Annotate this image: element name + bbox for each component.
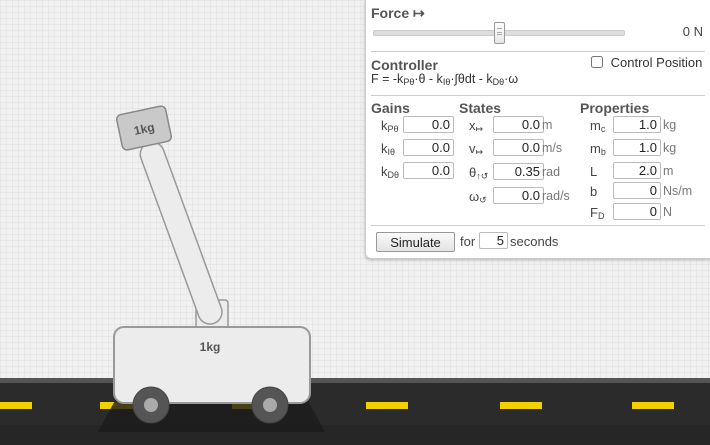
formula-part: ·ω (504, 72, 519, 86)
lane-marking (0, 402, 32, 409)
lane-marking (500, 402, 542, 409)
control-position-label[interactable]: Control Position (611, 55, 703, 70)
gain-ki-input[interactable] (403, 139, 454, 156)
state-label-omega: ω↺ (469, 189, 487, 205)
controller-title: Controller (371, 57, 438, 73)
gain-label-kp: kPθ (381, 118, 399, 134)
force-slider-track[interactable] (373, 22, 625, 44)
state-x-unit: m (542, 118, 553, 132)
prop-mc-unit: kg (663, 118, 677, 132)
prop-mc-input[interactable] (613, 116, 661, 133)
controller-formula: F = -kPθ·θ - kIθ·∫θdt - kDθ·ω (371, 72, 518, 87)
divider (371, 51, 705, 52)
prop-label-b: b (590, 184, 598, 199)
cart-wheel-left (132, 386, 170, 424)
states-title: States (459, 100, 502, 116)
state-v-unit: m/s (542, 141, 563, 155)
state-theta-unit: rad (542, 165, 561, 179)
prop-b-input[interactable] (613, 182, 661, 199)
force-value: 0 N (682, 24, 703, 39)
control-position-checkbox[interactable] (591, 56, 603, 68)
divider (371, 95, 705, 96)
formula-subscript: Dθ (492, 77, 505, 87)
road-edge (0, 378, 710, 383)
prop-fd-unit: N (663, 205, 673, 219)
lane-marking (632, 402, 674, 409)
simulate-seconds-input[interactable] (479, 232, 508, 249)
cart-mass-label: 1kg (200, 340, 221, 354)
properties-title: Properties (580, 100, 650, 116)
force-arrow-icon: ↦ (413, 5, 425, 21)
prop-mb-input[interactable] (613, 139, 661, 156)
prop-label-l: L (590, 164, 598, 179)
simulate-for-label: for (460, 234, 476, 249)
state-omega-unit: rad/s (542, 189, 570, 203)
pendulum-rod (139, 141, 223, 325)
prop-label-fd: FD (590, 205, 605, 221)
gain-kp-input[interactable] (403, 116, 454, 133)
state-theta-input[interactable] (493, 163, 544, 180)
prop-mb-unit: kg (663, 141, 677, 155)
force-slider-thumb[interactable] (493, 22, 505, 44)
formula-part: -k (392, 72, 404, 86)
prop-label-mb: mb (590, 141, 606, 157)
force-heading: Force ↦ (371, 5, 425, 22)
gain-label-ki: kIθ (381, 141, 396, 157)
gain-label-kd: kDθ (381, 164, 400, 180)
prop-l-unit: m (663, 164, 674, 178)
cart-wheel-right (251, 386, 289, 424)
control-position-toggle[interactable]: Control Position (591, 55, 702, 70)
lane-marking (366, 402, 408, 409)
prop-b-unit: Ns/m (663, 184, 693, 198)
prop-l-input[interactable] (613, 162, 661, 179)
gains-title: Gains (371, 100, 410, 116)
state-label-x: x↦ (469, 118, 484, 134)
divider (371, 225, 705, 226)
gain-kd-input[interactable] (403, 162, 454, 179)
prop-fd-input[interactable] (613, 203, 661, 220)
simulate-seconds-label: seconds (510, 234, 559, 249)
formula-subscript: Pθ (403, 77, 415, 87)
state-v-input[interactable] (493, 139, 544, 156)
force-title: Force (371, 5, 410, 21)
state-x-input[interactable] (493, 116, 544, 133)
prop-label-mc: mc (590, 118, 606, 134)
formula-part: ·θ - k (414, 72, 443, 86)
pendulum: 1kg (115, 105, 229, 335)
state-label-theta: θ↑↺ (469, 165, 489, 181)
formula-part: ·∫θdt - k (450, 72, 493, 86)
simulate-button[interactable]: Simulate (376, 232, 455, 252)
control-panel: Force ↦ 0 N Controller Control Position … (365, 0, 710, 259)
formula-lead: F = (371, 72, 393, 86)
state-omega-input[interactable] (493, 187, 544, 204)
state-label-v: v↦ (469, 141, 484, 157)
